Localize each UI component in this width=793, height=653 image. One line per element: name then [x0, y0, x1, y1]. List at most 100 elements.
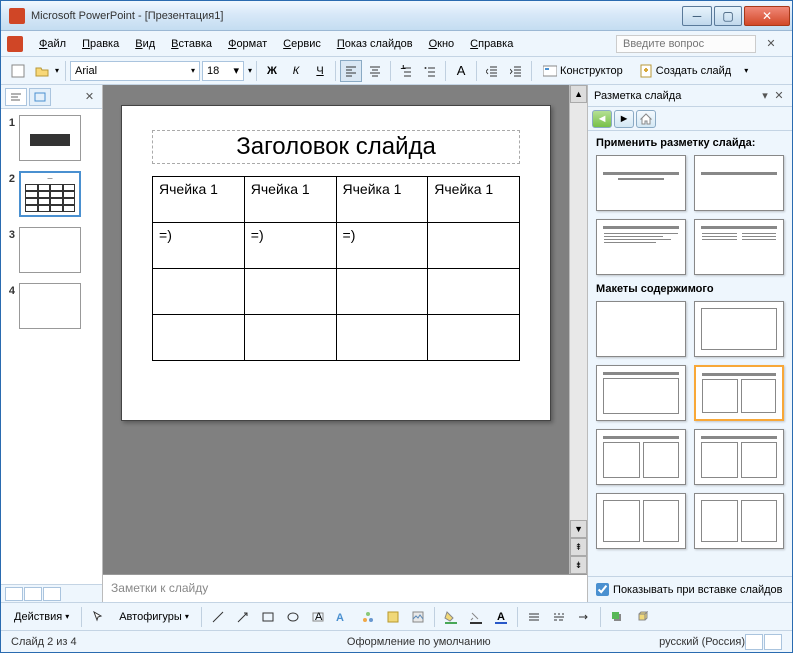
- help-search-input[interactable]: [623, 38, 749, 50]
- new-slide-icon[interactable]: [7, 60, 29, 82]
- help-search[interactable]: [616, 35, 756, 53]
- bold-button[interactable]: Ж: [261, 60, 283, 82]
- table-cell[interactable]: [244, 269, 336, 315]
- table-cell[interactable]: =): [153, 223, 245, 269]
- new-slide-button[interactable]: Создать слайд: [632, 60, 738, 82]
- font-color-tool[interactable]: A: [490, 606, 512, 628]
- app-small-icon[interactable]: [7, 36, 23, 52]
- table-cell[interactable]: Ячейка 1: [153, 177, 245, 223]
- wordart-tool[interactable]: A: [332, 606, 354, 628]
- align-center-button[interactable]: [364, 60, 386, 82]
- status-view-icon[interactable]: [764, 634, 782, 650]
- vertical-scrollbar[interactable]: ▲ ▼ ⇞ ⇟: [569, 85, 587, 574]
- menu-формат[interactable]: Формат: [220, 35, 275, 53]
- table-cell[interactable]: [244, 315, 336, 361]
- 3d-tool[interactable]: [631, 606, 653, 628]
- table-cell[interactable]: =): [336, 223, 428, 269]
- close-panel-button[interactable]: ✕: [81, 90, 98, 103]
- picture-tool[interactable]: [407, 606, 429, 628]
- slides-tab[interactable]: [29, 88, 51, 106]
- doc-close-button[interactable]: ✕: [756, 37, 786, 50]
- menu-окно[interactable]: Окно: [421, 35, 463, 53]
- table-cell[interactable]: Ячейка 1: [244, 177, 336, 223]
- table-cell[interactable]: [336, 269, 428, 315]
- actions-menu[interactable]: Действия▾: [7, 606, 76, 628]
- layout-content-6[interactable]: [596, 493, 686, 549]
- numbered-list-button[interactable]: 1: [395, 60, 417, 82]
- increase-indent-button[interactable]: [505, 60, 527, 82]
- show-on-insert-checkbox[interactable]: [596, 583, 609, 596]
- dash-style-tool[interactable]: [548, 606, 570, 628]
- pointer-tool[interactable]: [87, 606, 109, 628]
- normal-view-button[interactable]: [5, 587, 23, 601]
- menu-вставка[interactable]: Вставка: [163, 35, 220, 53]
- scroll-up-button[interactable]: ▲: [570, 85, 587, 103]
- task-home-button[interactable]: [636, 110, 656, 128]
- layout-content-2[interactable]: [596, 365, 686, 421]
- font-combo[interactable]: Arial▾: [70, 61, 200, 81]
- line-style-tool[interactable]: [523, 606, 545, 628]
- minimize-button[interactable]: ─: [682, 6, 712, 26]
- underline-button[interactable]: Ч: [309, 60, 331, 82]
- menu-вид[interactable]: Вид: [127, 35, 163, 53]
- thumbnail-3[interactable]: [19, 227, 81, 273]
- slide-editor[interactable]: Заголовок слайда Ячейка 1Ячейка 1Ячейка …: [103, 85, 569, 574]
- slide-table[interactable]: Ячейка 1Ячейка 1Ячейка 1Ячейка 1=)=)=): [152, 176, 520, 361]
- menu-правка[interactable]: Правка: [74, 35, 127, 53]
- slideshow-view-button[interactable]: [43, 587, 61, 601]
- textbox-tool[interactable]: A: [307, 606, 329, 628]
- slide-canvas[interactable]: Заголовок слайда Ячейка 1Ячейка 1Ячейка …: [121, 105, 551, 421]
- italic-button[interactable]: К: [285, 60, 307, 82]
- diagram-tool[interactable]: [357, 606, 379, 628]
- task-back-button[interactable]: ◄: [592, 110, 612, 128]
- thumbnail-2[interactable]: —: [19, 171, 81, 217]
- outline-tab[interactable]: [5, 88, 27, 106]
- layout-content-5[interactable]: [694, 429, 784, 485]
- layout-two-content[interactable]: [694, 219, 784, 275]
- layout-title-content[interactable]: [596, 219, 686, 275]
- decrease-indent-button[interactable]: [481, 60, 503, 82]
- font-grow-button[interactable]: A: [450, 60, 472, 82]
- menu-показ слайдов[interactable]: Показ слайдов: [329, 35, 421, 53]
- designer-button[interactable]: Конструктор: [536, 60, 630, 82]
- scroll-down-button[interactable]: ▼: [570, 520, 587, 538]
- table-cell[interactable]: [428, 223, 520, 269]
- notes-pane[interactable]: Заметки к слайду: [103, 574, 587, 602]
- table-cell[interactable]: [336, 315, 428, 361]
- menu-справка[interactable]: Справка: [462, 35, 521, 53]
- task-pane-menu-button[interactable]: ▾: [758, 89, 772, 102]
- maximize-button[interactable]: ▢: [714, 6, 742, 26]
- sorter-view-button[interactable]: [24, 587, 42, 601]
- menu-файл[interactable]: Файл: [31, 35, 74, 53]
- table-cell[interactable]: Ячейка 1: [336, 177, 428, 223]
- layout-content-1[interactable]: [694, 301, 784, 357]
- table-cell[interactable]: [153, 315, 245, 361]
- line-color-tool[interactable]: [465, 606, 487, 628]
- shadow-tool[interactable]: [606, 606, 628, 628]
- layout-title-slide[interactable]: [596, 155, 686, 211]
- table-cell[interactable]: Ячейка 1: [428, 177, 520, 223]
- next-slide-button[interactable]: ⇟: [570, 556, 587, 574]
- table-cell[interactable]: [153, 269, 245, 315]
- autoshapes-menu[interactable]: Автофигуры▾: [112, 606, 196, 628]
- arrow-tool[interactable]: [232, 606, 254, 628]
- task-pane-close-button[interactable]: ✕: [772, 89, 786, 102]
- thumbnail-4[interactable]: [19, 283, 81, 329]
- oval-tool[interactable]: [282, 606, 304, 628]
- layout-content-4[interactable]: [596, 429, 686, 485]
- thumbnail-1[interactable]: [19, 115, 81, 161]
- rectangle-tool[interactable]: [257, 606, 279, 628]
- layout-title-only[interactable]: [694, 155, 784, 211]
- table-cell[interactable]: [428, 269, 520, 315]
- bullet-list-button[interactable]: [419, 60, 441, 82]
- slide-title-placeholder[interactable]: Заголовок слайда: [152, 130, 520, 164]
- layout-blank[interactable]: [596, 301, 686, 357]
- arrow-style-tool[interactable]: [573, 606, 595, 628]
- align-left-button[interactable]: [340, 60, 362, 82]
- task-forward-button[interactable]: ►: [614, 110, 634, 128]
- layout-content-3[interactable]: [694, 365, 784, 421]
- menu-сервис[interactable]: Сервис: [275, 35, 329, 53]
- layout-content-7[interactable]: [694, 493, 784, 549]
- open-icon[interactable]: [31, 60, 53, 82]
- status-spell-icon[interactable]: [745, 634, 763, 650]
